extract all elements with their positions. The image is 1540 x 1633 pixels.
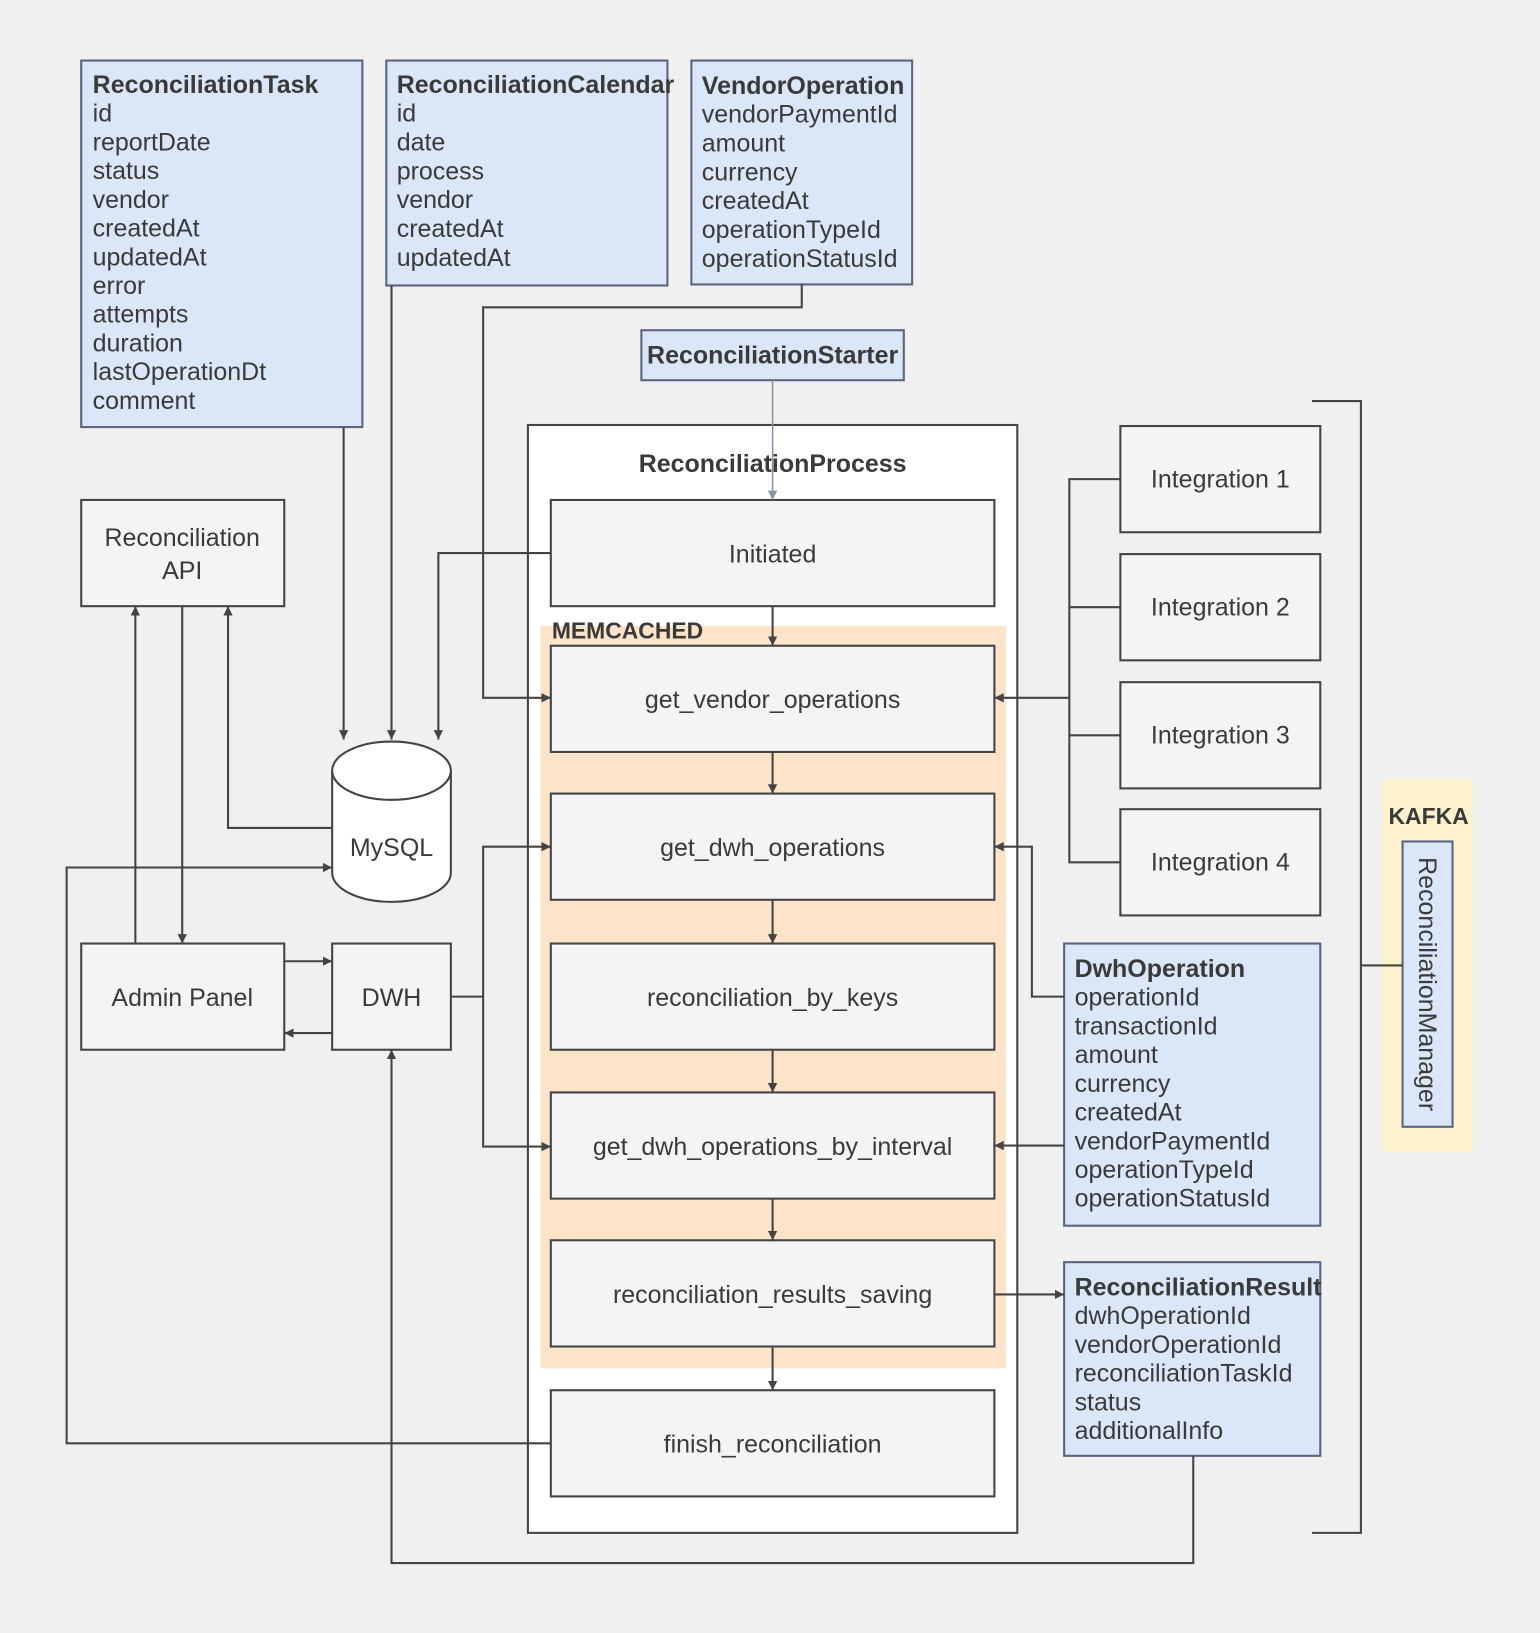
entity-result[interactable]: ReconciliationResultdwhOperationIdvendor… (1063, 1261, 1323, 1457)
admin-panel-label: Admin Panel (111, 984, 253, 1012)
entity-field: operationStatusId (702, 245, 898, 273)
entity-field: reconciliationTaskId (1075, 1360, 1293, 1388)
process-step-finish-reconciliation[interactable]: finish_reconciliation (549, 1389, 996, 1498)
entity-field: dwhOperationId (1075, 1302, 1251, 1330)
entity-field: vendor (397, 186, 473, 214)
entity-field: vendorPaymentId (702, 101, 898, 129)
entity-field: operationTypeId (1075, 1156, 1254, 1184)
mysql-label: MySQL (350, 834, 433, 862)
entity-title: ReconciliationResult (1075, 1273, 1323, 1301)
entity-field: process (397, 157, 484, 185)
entity-field: vendorPaymentId (1075, 1127, 1271, 1155)
entity-field: createdAt (1075, 1099, 1182, 1127)
entity-task[interactable]: ReconciliationTaskidreportDatestatusvend… (80, 59, 364, 429)
entity-title: ReconciliationCalendar (397, 71, 675, 99)
process-step-label: Initiated (729, 540, 816, 568)
entity-field: createdAt (93, 215, 200, 243)
integration-4-box[interactable]: Integration 4 (1119, 808, 1322, 917)
entity-field: status (1075, 1388, 1142, 1416)
entity-field: updatedAt (397, 244, 511, 272)
entity-vendor-operation[interactable]: VendorOperationvendorPaymentIdamountcurr… (690, 59, 914, 286)
integration-label: Integration 4 (1151, 849, 1290, 877)
reconciliation-api-box[interactable]: Reconciliation API (80, 498, 286, 608)
entity-field: operationStatusId (1075, 1185, 1271, 1213)
entity-field: operationTypeId (702, 216, 881, 244)
process-step-label: finish_reconciliation (664, 1431, 882, 1459)
reconciliation-manager-label: ReconciliationManager (1413, 857, 1441, 1111)
entity-field: lastOperationDt (93, 358, 267, 386)
api-label-line2: API (162, 557, 202, 585)
entity-field: attempts (93, 301, 189, 329)
entity-title: ReconciliationTask (93, 71, 319, 99)
entity-title: DwhOperation (1075, 955, 1246, 983)
dwh-box[interactable]: DWH (331, 942, 452, 1051)
entity-field: duration (93, 329, 183, 357)
integration-2-box[interactable]: Integration 2 (1119, 553, 1322, 662)
entity-field: error (93, 272, 146, 300)
integration-3-box[interactable]: Integration 3 (1119, 681, 1322, 790)
entity-field: additionalInfo (1075, 1417, 1224, 1445)
entity-calendar[interactable]: ReconciliationCalendariddateprocessvendo… (385, 59, 675, 287)
entity-field: id (93, 100, 112, 128)
process-step-label: reconciliation_results_saving (613, 1281, 932, 1309)
dwh-label: DWH (362, 984, 422, 1012)
entity-field: vendorOperationId (1075, 1331, 1282, 1359)
entity-field: comment (93, 387, 196, 415)
process-step-initiated[interactable]: Initiated (549, 498, 996, 608)
entity-field: vendor (93, 186, 169, 214)
process-step-label: get_dwh_operations_by_interval (593, 1133, 953, 1161)
reconciliation-architecture-diagram: ReconciliationProcess MEMCACHED Initiate… (0, 0, 1540, 1633)
process-step-reconciliation-results-saving[interactable]: reconciliation_results_saving (549, 1239, 996, 1348)
entity-field: currency (1075, 1070, 1171, 1098)
process-step-get-vendor-operations[interactable]: get_vendor_operations (549, 644, 996, 753)
entity-field: createdAt (397, 215, 504, 243)
reconciliation-starter-box[interactable]: ReconciliationStarter (640, 329, 905, 382)
entity-field: amount (702, 130, 785, 158)
integration-1-box[interactable]: Integration 1 (1119, 424, 1322, 534)
entity-field: amount (1075, 1041, 1158, 1069)
api-label-line1: Reconciliation (104, 524, 259, 552)
starter-label: ReconciliationStarter (647, 342, 898, 370)
entity-field: id (397, 100, 416, 128)
entity-field: reportDate (93, 128, 211, 156)
integration-label: Integration 1 (1151, 465, 1290, 493)
entity-field: operationId (1075, 984, 1200, 1012)
entity-field: createdAt (702, 187, 809, 215)
process-step-get-dwh-operations[interactable]: get_dwh_operations (549, 792, 996, 901)
process-step-label: get_vendor_operations (645, 686, 900, 714)
kafka-label: KAFKA (1389, 803, 1469, 829)
integration-label: Integration 3 (1151, 722, 1290, 750)
entity-field: date (397, 129, 446, 157)
entity-field: status (93, 157, 160, 185)
admin-panel-box[interactable]: Admin Panel (80, 942, 286, 1051)
memcached-label: MEMCACHED (552, 617, 703, 643)
entity-dwh-operation[interactable]: DwhOperationoperationIdtransactionIdamou… (1063, 942, 1322, 1227)
entity-title: VendorOperation (702, 72, 905, 100)
mysql-database-icon[interactable]: MySQL (331, 740, 452, 903)
process-step-get-dwh-operations-by-interval[interactable]: get_dwh_operations_by_interval (549, 1091, 996, 1200)
entity-field: currency (702, 158, 798, 186)
process-step-reconciliation-by-keys[interactable]: reconciliation_by_keys (549, 942, 996, 1051)
process-step-label: reconciliation_by_keys (647, 984, 898, 1012)
entity-field: updatedAt (93, 243, 207, 271)
integration-label: Integration 2 (1151, 594, 1290, 622)
entity-field: transactionId (1075, 1012, 1218, 1040)
process-step-label: get_dwh_operations (660, 834, 885, 862)
